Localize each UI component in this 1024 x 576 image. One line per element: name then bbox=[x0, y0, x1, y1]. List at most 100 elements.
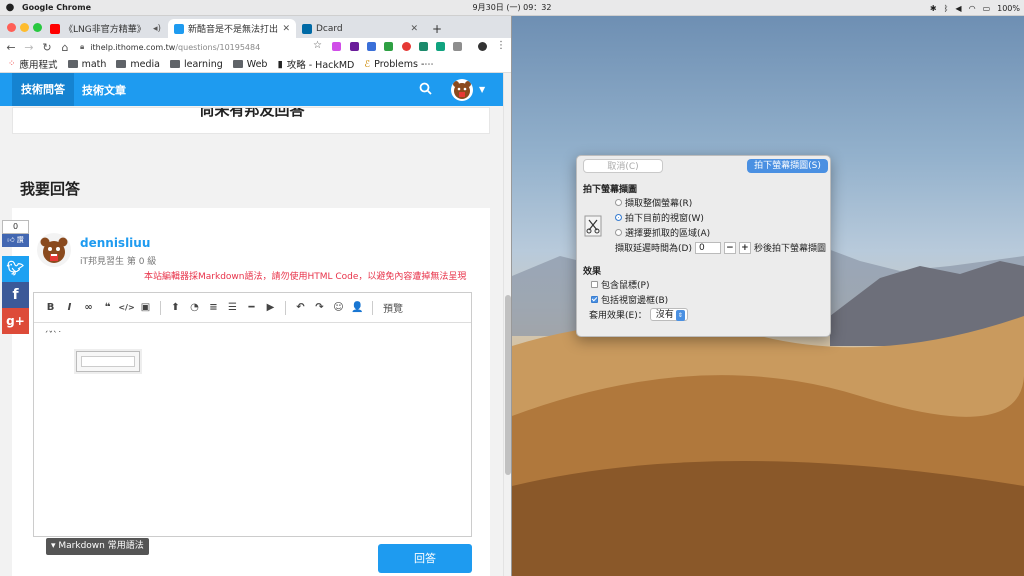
horizontal-rule-icon[interactable]: ━ bbox=[243, 302, 260, 313]
search-icon[interactable] bbox=[419, 82, 433, 96]
screenshot-dialog: 取消(C) 拍下螢幕擷圖(S) 拍下螢幕擷圖 擷取整個螢幕(R) 拍下目前的視窗… bbox=[576, 155, 831, 337]
ime-input[interactable] bbox=[81, 356, 135, 367]
redo-icon[interactable]: ↷ bbox=[311, 302, 328, 313]
extension-icon[interactable] bbox=[332, 42, 341, 51]
ordered-list-icon[interactable]: ≡ bbox=[205, 302, 222, 313]
maximize-window-button[interactable] bbox=[33, 23, 42, 32]
unordered-list-icon[interactable]: ☰ bbox=[224, 302, 241, 313]
nav-articles[interactable]: 技術文章 bbox=[82, 82, 126, 98]
lock-icon[interactable]: 🔒︎ bbox=[80, 42, 84, 52]
extension-icon[interactable] bbox=[367, 42, 376, 51]
code-icon[interactable]: </> bbox=[118, 303, 135, 312]
tab-lng[interactable]: 《LNG非官方精華》 ◂) bbox=[44, 19, 167, 38]
author-avatar[interactable] bbox=[37, 233, 71, 267]
scrollbar-thumb[interactable] bbox=[505, 295, 511, 475]
quote-icon[interactable]: ❝ bbox=[99, 302, 116, 313]
home-icon[interactable]: ⌂ bbox=[58, 41, 72, 54]
radio-icon[interactable] bbox=[615, 229, 622, 236]
chevron-down-icon[interactable]: ▼ bbox=[479, 85, 485, 94]
apply-effect-select[interactable]: 沒有 ⇕ bbox=[649, 308, 688, 321]
radio-icon[interactable] bbox=[615, 199, 622, 206]
extension-icon[interactable] bbox=[419, 42, 428, 51]
emoji-icon[interactable]: ☺ bbox=[330, 302, 347, 313]
profile-avatar[interactable] bbox=[478, 42, 487, 51]
youtube-icon[interactable]: ▶ bbox=[262, 302, 279, 313]
checkbox-icon[interactable] bbox=[591, 281, 598, 288]
hackmd-icon: ▮ bbox=[277, 58, 283, 70]
image-icon[interactable]: ▣ bbox=[137, 302, 154, 313]
bookmark-math[interactable]: math bbox=[67, 59, 106, 70]
editor-toolbar: B I ∞ ❝ </> ▣ ⬆ ◔ ≡ ☰ ━ ▶ ↶ ↷ ☺ 👤 預覽 bbox=[34, 293, 471, 323]
include-pointer-option[interactable]: 包含鼠標(P) bbox=[591, 278, 649, 291]
close-window-button[interactable] bbox=[7, 23, 16, 32]
markdown-editor[interactable]: B I ∞ ❝ </> ▣ ⬆ ◔ ≡ ☰ ━ ▶ ↶ ↷ ☺ 👤 預覽 ˊˇˋ… bbox=[33, 292, 472, 537]
mention-icon[interactable]: 👤 bbox=[349, 302, 366, 313]
cancel-button[interactable]: 取消(C) bbox=[583, 159, 663, 173]
option-select-area[interactable]: 選擇要抓取的區域(A) bbox=[615, 226, 710, 239]
page-scrollbar[interactable] bbox=[503, 73, 511, 576]
radio-icon[interactable] bbox=[615, 214, 622, 221]
user-avatar[interactable] bbox=[451, 79, 473, 101]
submit-answer-button[interactable]: 回答 bbox=[378, 544, 472, 573]
wifi-icon[interactable]: ◠ bbox=[969, 4, 976, 13]
extension-icon[interactable] bbox=[436, 42, 445, 51]
option-current-window[interactable]: 拍下目前的視窗(W) bbox=[615, 211, 704, 224]
delay-suffix: 秒後拍下螢幕擷圖 bbox=[753, 244, 826, 254]
extension-icon[interactable] bbox=[350, 42, 359, 51]
minimize-window-button[interactable] bbox=[20, 23, 29, 32]
tab-audio-icon[interactable]: ◂) bbox=[153, 24, 161, 34]
clock[interactable]: 9月30日 (一) 09：32 bbox=[0, 2, 1024, 13]
markdown-tips-toggle[interactable]: ▾ Markdown 常用語法 bbox=[46, 538, 149, 555]
delay-input[interactable]: 0 bbox=[694, 241, 721, 254]
bookmark-media[interactable]: media bbox=[116, 59, 160, 70]
checkbox-icon[interactable] bbox=[591, 296, 598, 303]
tab-title: Dcard bbox=[316, 23, 343, 34]
bookmark-hackmd[interactable]: ▮ 攻略 - HackMD bbox=[277, 57, 355, 72]
opera-icon[interactable] bbox=[402, 42, 411, 51]
battery-icon[interactable]: ▭ bbox=[983, 4, 991, 13]
option-whole-screen[interactable]: 擷取整個螢幕(R) bbox=[615, 196, 692, 209]
menu-kebab-icon[interactable]: ⋮ bbox=[496, 40, 506, 51]
bookmark-star-icon[interactable]: ☆ bbox=[313, 40, 322, 51]
address-bar[interactable]: 🔒︎ ithelp.ithome.com.tw/questions/101954… bbox=[80, 40, 302, 54]
delay-increment-button[interactable]: + bbox=[738, 241, 751, 254]
facebook-like-button[interactable]: 👍︎ 讚 bbox=[2, 234, 29, 247]
bookmark-label: 攻略 - HackMD bbox=[286, 60, 355, 71]
googleplus-share-button[interactable]: g+ bbox=[2, 308, 29, 334]
preview-button[interactable]: 預覽 bbox=[383, 300, 403, 315]
bookmark-learning[interactable]: learning bbox=[169, 59, 223, 70]
tab-current[interactable]: 新酷音是不是無法打出 ✕ bbox=[168, 19, 296, 38]
take-screenshot-button[interactable]: 拍下螢幕擷圖(S) bbox=[747, 159, 828, 173]
link-icon[interactable]: ∞ bbox=[80, 302, 97, 313]
close-tab-icon[interactable]: ✕ bbox=[282, 24, 290, 34]
italic-icon[interactable]: I bbox=[61, 302, 78, 313]
browser-window: 《LNG非官方精華》 ◂) 新酷音是不是無法打出 ✕ Dcard ✕ + ← →… bbox=[0, 16, 512, 576]
bookmark-web[interactable]: Web bbox=[232, 59, 267, 70]
close-tab-icon[interactable]: ✕ bbox=[410, 24, 418, 34]
forward-icon[interactable]: → bbox=[22, 41, 36, 54]
accessibility-icon[interactable]: ✱ bbox=[930, 4, 937, 13]
extension-icon[interactable] bbox=[384, 42, 393, 51]
volume-icon[interactable]: ◀ bbox=[955, 4, 961, 13]
include-border-option[interactable]: 包括視窗邊框(B) bbox=[591, 293, 668, 306]
new-tab-button[interactable]: + bbox=[426, 19, 442, 38]
chart-icon[interactable]: ◔ bbox=[186, 302, 203, 313]
editor-text[interactable]: ˊˇˋ˙ bbox=[44, 331, 62, 341]
toolbar-divider bbox=[372, 300, 373, 315]
back-icon[interactable]: ← bbox=[4, 41, 18, 54]
bold-icon[interactable]: B bbox=[42, 302, 59, 313]
reload-icon[interactable]: ↻ bbox=[40, 41, 54, 54]
author-name[interactable]: dennisliuu bbox=[80, 236, 150, 250]
bookmark-apps[interactable]: ⁘ 應用程式 bbox=[8, 57, 58, 71]
bluetooth-icon[interactable]: ᛒ bbox=[944, 4, 949, 13]
delay-decrement-button[interactable]: − bbox=[723, 241, 736, 254]
upload-icon[interactable]: ⬆ bbox=[167, 302, 184, 313]
extension-icon[interactable] bbox=[453, 42, 462, 51]
nav-questions[interactable]: 技術問答 bbox=[12, 73, 74, 106]
tab-dcard[interactable]: Dcard ✕ bbox=[296, 19, 424, 38]
facebook-share-button[interactable]: f bbox=[2, 282, 29, 308]
undo-icon[interactable]: ↶ bbox=[292, 302, 309, 313]
bookmark-problems[interactable]: ℰ Problems -⋯ bbox=[364, 59, 434, 70]
problems-icon: ℰ bbox=[364, 58, 371, 70]
twitter-share-button[interactable]: 🐦︎ bbox=[2, 256, 29, 282]
